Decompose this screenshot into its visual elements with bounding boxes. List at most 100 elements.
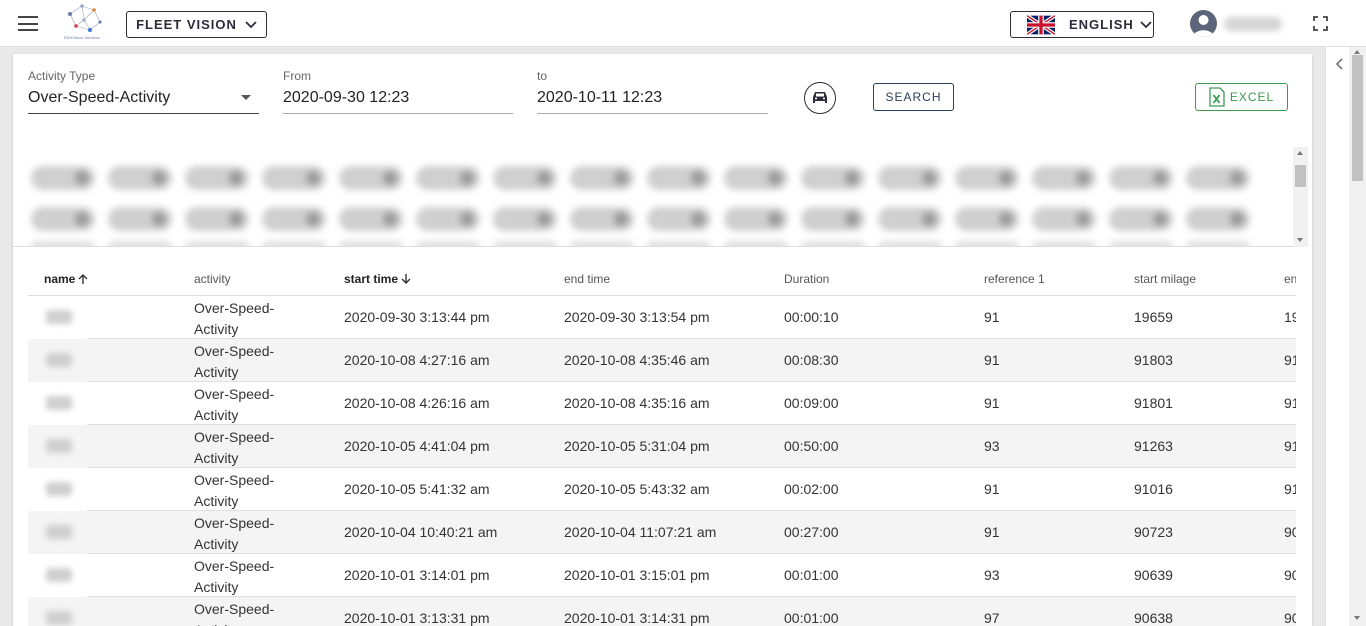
scroll-down-icon[interactable] (1297, 238, 1303, 242)
vehicle-chip[interactable] (1109, 207, 1173, 231)
vehicle-chip[interactable] (1032, 207, 1096, 231)
scroll-up-icon[interactable] (1354, 50, 1360, 54)
vehicle-chip[interactable] (185, 241, 249, 246)
vehicle-chip[interactable] (801, 207, 865, 231)
vehicle-chip[interactable] (31, 207, 95, 231)
column-header-end-milage[interactable]: en (1284, 272, 1296, 286)
vehicle-chip[interactable] (493, 166, 557, 190)
table-row[interactable]: Over-Speed-Activity 2020-10-01 3:13:31 pm… (28, 597, 1296, 626)
fleet-vision-dropdown[interactable]: FLEET VISION (126, 11, 267, 38)
table-row[interactable]: Over-Speed-Activity 2020-10-05 5:41:32 am… (28, 468, 1296, 511)
user-icon (1193, 15, 1214, 37)
vehicle-chip[interactable] (31, 241, 95, 246)
vehicle-chip[interactable] (647, 166, 711, 190)
cell-start: 2020-10-01 3:14:01 pm (344, 567, 490, 583)
column-header-reference-1[interactable]: reference 1 (984, 272, 1045, 286)
page-scrollbar[interactable] (1349, 47, 1366, 626)
vehicle-chip[interactable] (878, 241, 942, 246)
column-header-activity[interactable]: activity (194, 272, 231, 286)
user-avatar[interactable] (1190, 10, 1217, 37)
vehicle-chip[interactable] (724, 207, 788, 231)
scrollbar-thumb[interactable] (1295, 165, 1306, 187)
activity-type-select[interactable]: Activity Type Over-Speed-Activity (28, 69, 259, 114)
from-date-field[interactable]: From 2020-09-30 12:23 (283, 69, 513, 114)
vehicle-chip[interactable] (416, 241, 480, 246)
scrollbar-thumb[interactable] (1352, 55, 1363, 181)
vehicle-chip[interactable] (416, 166, 480, 190)
vehicle-chip[interactable] (108, 241, 172, 246)
vehicle-chip-row (31, 166, 1250, 190)
vehicle-chip[interactable] (339, 166, 403, 190)
table-row[interactable]: Over-Speed-Activity 2020-10-01 3:14:01 pm… (28, 554, 1296, 597)
language-dropdown[interactable]: ENGLISH (1010, 11, 1154, 38)
vehicle-chip[interactable] (647, 207, 711, 231)
vehicle-chip[interactable] (570, 207, 634, 231)
vehicle-chip[interactable] (416, 207, 480, 231)
chip-list-scrollbar[interactable] (1293, 147, 1308, 247)
column-header-name[interactable]: name (44, 272, 89, 286)
table-row[interactable]: Over-Speed-Activity 2020-09-30 3:13:44 pm… (28, 296, 1296, 339)
vehicle-chip[interactable] (724, 241, 788, 246)
vehicle-chip[interactable] (262, 241, 326, 246)
scroll-up-icon[interactable] (1297, 151, 1303, 155)
chevron-down-icon (245, 20, 257, 28)
excel-export-button[interactable]: EXCEL (1195, 83, 1288, 111)
vehicle-chip[interactable] (493, 207, 557, 231)
vehicle-chip[interactable] (493, 241, 557, 246)
vehicle-chip[interactable] (339, 241, 403, 246)
vehicle-chip[interactable] (801, 166, 865, 190)
cell-ref: 91 (984, 309, 1000, 325)
vehicle-chip[interactable] (955, 166, 1019, 190)
cell-activity: Over-Speed-Activity (194, 429, 275, 466)
vehicle-chip[interactable] (1186, 207, 1250, 231)
table-row[interactable]: Over-Speed-Activity 2020-10-05 4:41:04 pm… (28, 425, 1296, 468)
cell-activity: Over-Speed-Activity (194, 472, 275, 509)
column-header-label: end time (564, 272, 611, 286)
scroll-down-icon[interactable] (1354, 616, 1360, 620)
fullscreen-icon[interactable] (1313, 16, 1328, 31)
vehicle-chip[interactable] (108, 207, 172, 231)
column-header-duration[interactable]: Duration (784, 272, 829, 286)
vehicle-chip[interactable] (801, 241, 865, 246)
table-row[interactable]: Over-Speed-Activity 2020-10-04 10:40:21 a… (28, 511, 1296, 554)
column-header-end-time[interactable]: end time (564, 272, 610, 286)
cell-duration: 00:00:10 (784, 309, 839, 325)
vehicle-chip[interactable] (31, 166, 95, 190)
vehicle-chip[interactable] (1032, 166, 1096, 190)
vehicle-chip[interactable] (878, 207, 942, 231)
column-header-start-milage[interactable]: start milage (1134, 272, 1196, 286)
vehicle-chip[interactable] (955, 241, 1019, 246)
vehicle-name-blurred (46, 568, 72, 582)
vehicle-chip[interactable] (262, 166, 326, 190)
table-row[interactable]: Over-Speed-Activity 2020-10-08 4:26:16 am… (28, 382, 1296, 425)
column-header-start-time[interactable]: start time (344, 272, 412, 286)
cell-start-milage: 90638 (1134, 610, 1173, 626)
table-row[interactable]: Over-Speed-Activity 2020-10-08 4:27:16 am… (28, 339, 1296, 382)
vehicle-chip[interactable] (647, 241, 711, 246)
vehicle-chip[interactable] (724, 166, 788, 190)
user-name-blurred[interactable] (1224, 17, 1282, 31)
menu-icon[interactable] (18, 16, 38, 31)
vehicle-chip[interactable] (570, 166, 634, 190)
to-date-field[interactable]: to 2020-10-11 12:23 (537, 69, 768, 114)
vehicle-chip[interactable] (955, 207, 1019, 231)
vehicle-chip[interactable] (1032, 241, 1096, 246)
search-button[interactable]: SEARCH (873, 83, 954, 111)
chevron-down-icon (1140, 20, 1152, 28)
vehicle-chip[interactable] (878, 166, 942, 190)
cell-ref: 97 (984, 610, 1000, 626)
vehicle-chip[interactable] (1186, 166, 1250, 190)
vehicle-chip[interactable] (1109, 241, 1173, 246)
vehicle-chip[interactable] (570, 241, 634, 246)
vehicle-chip[interactable] (262, 207, 326, 231)
vehicle-select-button[interactable] (804, 82, 836, 114)
vehicle-chip[interactable] (185, 207, 249, 231)
vehicle-chip[interactable] (185, 166, 249, 190)
activity-type-label: Activity Type (28, 69, 96, 83)
column-header-label: start milage (1134, 272, 1197, 286)
vehicle-chip[interactable] (339, 207, 403, 231)
vehicle-chip[interactable] (1109, 166, 1173, 190)
chevron-left-icon[interactable] (1334, 58, 1346, 70)
vehicle-chip[interactable] (1186, 241, 1250, 246)
vehicle-chip[interactable] (108, 166, 172, 190)
